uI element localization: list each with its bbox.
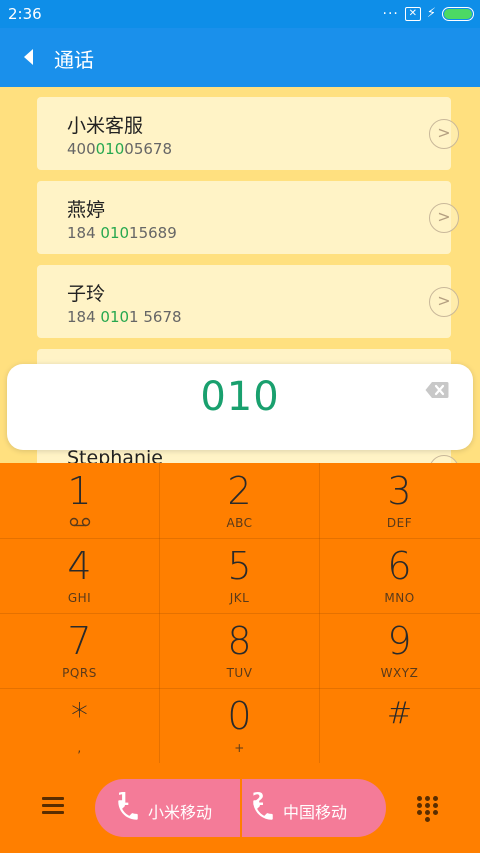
back-arrow-icon[interactable] — [18, 46, 42, 70]
chevron-right-icon[interactable]: > — [429, 203, 459, 233]
key-letters: WXYZ — [380, 666, 419, 680]
phone-icon — [115, 797, 141, 823]
key-9[interactable]: 9 WXYZ — [320, 613, 479, 688]
key-letters: GHI — [67, 591, 92, 605]
key-digit: 7 — [67, 619, 92, 663]
key-letters: DEF — [386, 516, 413, 530]
key-letters: TUV — [226, 666, 253, 680]
sim2-label: 中国移动 — [283, 803, 348, 822]
backspace-icon[interactable] — [425, 381, 449, 399]
more-dots-icon: ··· — [382, 5, 399, 22]
key-digit: 0 — [227, 694, 252, 738]
dial-input[interactable]: 010 — [7, 374, 473, 420]
key-7[interactable]: 7 PQRS — [0, 613, 159, 688]
phone-icon — [250, 797, 276, 823]
key-digit: 8 — [227, 619, 252, 663]
key-digit: 6 — [387, 544, 412, 588]
key-digit: 5 — [227, 544, 252, 588]
app-bar: 通话 — [0, 28, 480, 87]
key-6[interactable]: 6 MNO — [320, 538, 479, 613]
call-sim2-button[interactable]: 2 中国移动 — [242, 779, 386, 837]
key-0[interactable]: 0 + — [160, 688, 319, 763]
key-digit: 3 — [387, 469, 412, 513]
key-digit: 9 — [387, 619, 412, 663]
contact-number: 184 0101 5678 — [67, 308, 182, 326]
bottom-bar: 1 小米移动 2 中国移动 — [0, 763, 480, 853]
key-8[interactable]: 8 TUV — [160, 613, 319, 688]
sim-x-icon: ✕ — [404, 6, 421, 21]
key-star[interactable]: * , — [0, 688, 159, 763]
contact-card[interactable]: 小米客服 40001005678 > — [37, 97, 459, 170]
key-3[interactable]: 3 DEF — [320, 463, 479, 538]
contact-card[interactable]: 燕婷 184 01015689 > — [37, 181, 459, 254]
key-letters: ABC — [226, 516, 253, 530]
chevron-right-icon[interactable]: > — [429, 119, 459, 149]
battery-icon — [442, 6, 474, 21]
key-digit: 2 — [227, 469, 252, 513]
call-buttons: 1 小米移动 2 中国移动 — [95, 779, 386, 837]
status-time: 2:36 — [8, 5, 42, 23]
status-icons: ··· ✕ ⚡ — [382, 5, 474, 22]
call-sim1-button[interactable]: 1 小米移动 — [95, 779, 240, 837]
key-5[interactable]: 5 JKL — [160, 538, 319, 613]
contact-name: 小米客服 — [67, 115, 144, 137]
key-digit: 4 — [67, 544, 92, 588]
keypad: 1 2 ABC 3 DEF 4 GHI 5 JKL 6 MNO 7 PQRS 8… — [0, 463, 480, 763]
contact-name: 子玲 — [67, 283, 106, 305]
key-digit: # — [386, 696, 413, 731]
chevron-right-icon[interactable]: > — [429, 287, 459, 317]
contact-name: 燕婷 — [67, 199, 106, 221]
dialpad-icon[interactable] — [417, 796, 439, 822]
key-digit: 1 — [67, 469, 92, 513]
key-4[interactable]: 4 GHI — [0, 538, 159, 613]
key-digit: * — [71, 696, 88, 736]
contact-number: 40001005678 — [67, 140, 172, 158]
key-hash[interactable]: # — [320, 688, 479, 763]
sim1-label: 小米移动 — [148, 803, 213, 822]
page-title: 通话 — [54, 48, 94, 72]
dial-input-panel: 010 — [7, 364, 473, 450]
contact-card[interactable]: 子玲 184 0101 5678 > — [37, 265, 459, 338]
chevron-right-icon[interactable]: > — [429, 455, 459, 463]
key-letters: PQRS — [62, 666, 97, 680]
voicemail-icon — [0, 516, 159, 530]
menu-icon[interactable] — [40, 795, 66, 815]
status-bar: 2:36 ··· ✕ ⚡ — [0, 0, 480, 28]
key-letters: + — [234, 741, 245, 755]
contact-number: 184 01015689 — [67, 224, 177, 242]
key-2[interactable]: 2 ABC — [160, 463, 319, 538]
key-letters: JKL — [229, 591, 250, 605]
key-letters: MNO — [384, 591, 415, 605]
key-letters: , — [77, 741, 82, 755]
key-1[interactable]: 1 — [0, 463, 159, 538]
charging-icon: ⚡ — [426, 6, 436, 21]
